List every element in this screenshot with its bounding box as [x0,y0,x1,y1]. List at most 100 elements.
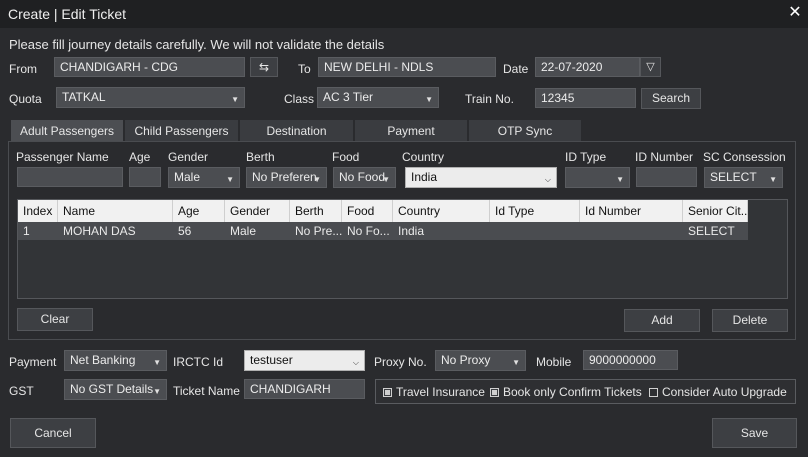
grid-header-id-type[interactable]: Id Type [490,200,580,222]
mobile-label: Mobile [536,355,572,369]
dropdown-arrow-icon: ▼ [382,175,390,184]
grid-cell-index: 1 [18,222,58,240]
add-button[interactable]: Add [624,309,700,332]
food-select[interactable]: No Food ▼ [333,167,396,188]
class-label: Class [284,92,315,106]
class-select[interactable]: AC 3 Tier ▼ [317,87,439,108]
country-value: India [411,170,438,184]
id-number-input[interactable] [636,167,697,187]
irctc-id-select[interactable]: testuser ⌵ [244,350,365,371]
berth-value: No Preferen [252,170,317,184]
grid-header-age[interactable]: Age [173,200,225,222]
gst-label: GST [9,384,34,398]
grid-cell-id-type [490,222,580,240]
gender-select[interactable]: Male ▼ [168,167,240,188]
confirm-only-label: Book only Confirm Tickets [503,385,642,399]
irctc-id-value: testuser [250,353,293,367]
close-icon[interactable]: ✕ [786,3,804,23]
tab-destination[interactable]: Destination [240,120,353,142]
auto-upgrade-checkbox[interactable]: Consider Auto Upgrade [649,385,787,399]
window-title: Create | Edit Ticket [8,6,127,22]
id-type-select[interactable]: ▼ [565,167,630,188]
booking-options-box: Travel Insurance Book only Confirm Ticke… [375,379,796,404]
grid-cell-gender: Male [225,222,290,240]
auto-upgrade-label: Consider Auto Upgrade [662,385,787,399]
berth-select[interactable]: No Preferen ▼ [246,167,327,188]
passenger-name-label: Passenger Name [16,150,109,164]
from-label: From [9,62,37,76]
grid-header-gender[interactable]: Gender [225,200,290,222]
grid-header-index[interactable]: Index [18,200,58,222]
tab-payment[interactable]: Payment [355,120,467,142]
grid-cell-name: MOHAN DAS [58,222,173,240]
gst-select[interactable]: No GST Details ▼ [64,379,167,400]
proxy-no-label: Proxy No. [374,355,427,369]
swap-stations-button[interactable]: ⇆ [250,57,278,77]
id-type-label: ID Type [565,150,607,164]
checkbox-checked-icon [490,388,499,397]
ticket-name-field[interactable]: CHANDIGARH [244,379,365,399]
confirm-only-checkbox[interactable]: Book only Confirm Tickets [490,385,642,399]
tab-child-passengers[interactable]: Child Passengers [125,120,238,142]
payment-label: Payment [9,355,57,369]
gender-label: Gender [168,150,209,164]
checkbox-unchecked-icon [649,388,658,397]
proxy-value: No Proxy [441,353,491,367]
travel-insurance-label: Travel Insurance [396,385,485,399]
sc-value: SELECT [710,170,757,184]
gst-value: No GST Details [70,382,154,396]
tab-otp-sync[interactable]: OTP Sync [469,120,581,142]
country-select[interactable]: India ⌵ [405,167,557,188]
proxy-select[interactable]: No Proxy ▼ [435,350,526,371]
cancel-button[interactable]: Cancel [10,418,96,448]
dropdown-arrow-icon: ▼ [153,387,161,396]
intro-text: Please fill journey details carefully. W… [9,37,385,52]
grid-header-food[interactable]: Food [342,200,393,222]
date-label: Date [503,62,529,76]
grid-cell-age: 56 [173,222,225,240]
train-no-field[interactable]: 12345 [535,88,636,108]
ticket-name-label: Ticket Name [173,384,240,398]
dropdown-arrow-icon: ▼ [153,358,161,367]
checkbox-checked-icon [383,388,392,397]
quota-value: TATKAL [62,90,106,104]
payment-select[interactable]: Net Banking ▼ [64,350,167,371]
gender-value: Male [174,170,201,184]
save-button[interactable]: Save [712,418,797,448]
grid-cell-food: No Fo... [342,222,393,240]
age-input[interactable] [129,167,161,187]
grid-header-country[interactable]: Country [393,200,490,222]
to-label: To [298,62,311,76]
sc-concession-select[interactable]: SELECT ▼ [704,167,783,188]
passenger-grid[interactable]: Index Name Age Gender Berth Food Country… [17,199,788,299]
grid-header-id-number[interactable]: Id Number [580,200,683,222]
food-label: Food [332,150,360,164]
chevron-down-icon: ▽ [646,61,655,73]
travel-insurance-checkbox[interactable]: Travel Insurance [383,385,485,399]
search-button[interactable]: Search [641,88,701,109]
date-picker-button[interactable]: ▽ [640,57,661,77]
grid-header-berth[interactable]: Berth [290,200,342,222]
tab-adult-passengers[interactable]: Adult Passengers [11,120,123,142]
clear-button[interactable]: Clear [17,308,93,331]
quota-label: Quota [9,92,42,106]
grid-cell-berth: No Pre... [290,222,342,240]
passenger-name-input[interactable] [17,167,123,187]
chevron-down-icon: ⌵ [352,358,359,367]
mobile-field[interactable]: 9000000000 [583,350,678,370]
date-field[interactable]: 22-07-2020 [535,57,640,77]
train-no-label: Train No. [465,92,514,106]
dropdown-arrow-icon: ▼ [313,175,321,184]
dropdown-arrow-icon: ▼ [769,175,777,184]
from-station-field[interactable]: CHANDIGARH - CDG [54,57,245,77]
quota-select[interactable]: TATKAL ▼ [56,87,245,108]
class-value: AC 3 Tier [323,90,374,104]
grid-header-name[interactable]: Name [58,200,173,222]
delete-button[interactable]: Delete [712,309,788,332]
sc-concession-label: SC Consession [703,150,786,164]
grid-cell-id-number [580,222,683,240]
dropdown-arrow-icon: ▼ [425,95,433,104]
dropdown-arrow-icon: ▼ [226,175,234,184]
grid-header-senior-citizen[interactable]: Senior Cit... [683,200,748,222]
to-station-field[interactable]: NEW DELHI - NDLS [318,57,496,77]
